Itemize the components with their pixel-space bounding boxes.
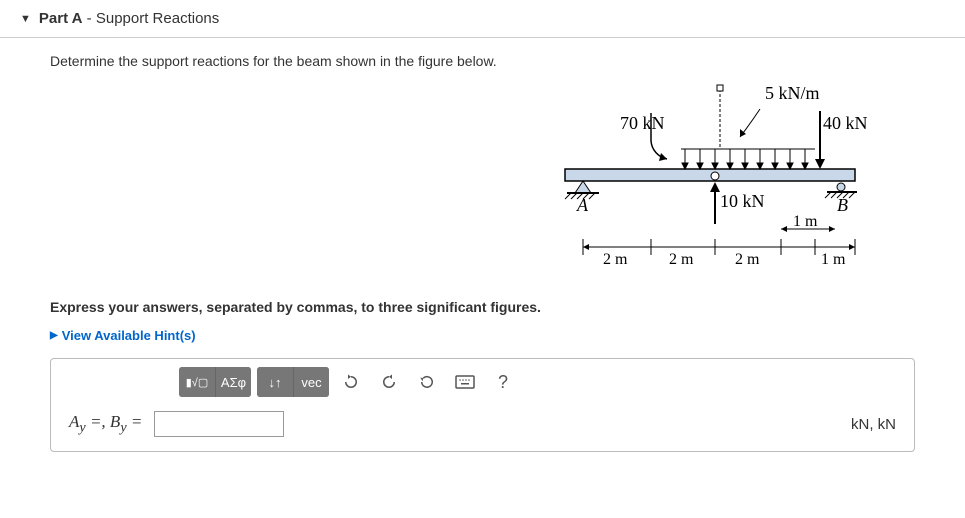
prompt-text: Determine the support reactions for the … (50, 53, 915, 69)
svg-text:70 kN: 70 kN (620, 113, 665, 133)
answer-row: Ay =, By = kN, kN (59, 407, 906, 443)
part-label: Part A - Support Reactions (39, 10, 219, 27)
view-hints-link[interactable]: ▶ View Available Hint(s) (50, 328, 196, 343)
vec-button[interactable]: vec (293, 367, 329, 397)
subsup-button[interactable]: ↓↑ (257, 367, 293, 397)
svg-text:2 m: 2 m (735, 251, 760, 268)
greek-button[interactable]: ΑΣφ (215, 367, 251, 397)
svg-text:2 m: 2 m (603, 251, 628, 268)
svg-text:40 kN: 40 kN (823, 113, 868, 133)
beam-figure: 70 kN (545, 79, 885, 279)
keyboard-button[interactable] (449, 367, 481, 397)
section-header: ▼ Part A - Support Reactions (0, 0, 965, 37)
answer-input[interactable] (154, 411, 284, 437)
hints-label: View Available Hint(s) (62, 328, 196, 343)
undo-button[interactable] (335, 367, 367, 397)
equation-toolbar: ▮√▢ ΑΣφ ↓↑ vec ? (179, 367, 906, 397)
svg-text:5 kN/m: 5 kN/m (765, 83, 820, 103)
svg-text:1 m: 1 m (821, 251, 846, 268)
redo-button[interactable] (373, 367, 405, 397)
reset-button[interactable] (411, 367, 443, 397)
help-button[interactable]: ? (487, 367, 519, 397)
answer-box: ▮√▢ ΑΣφ ↓↑ vec ? Ay =, By = (50, 358, 915, 452)
triangle-right-icon: ▶ (50, 330, 58, 341)
svg-text:2 m: 2 m (669, 251, 694, 268)
collapse-icon[interactable]: ▼ (20, 13, 31, 25)
variable-label: Ay =, By = (69, 412, 142, 436)
svg-text:10 kN: 10 kN (720, 191, 765, 211)
redo-icon (380, 373, 398, 391)
svg-text:B: B (837, 195, 848, 215)
reset-icon (418, 373, 436, 391)
svg-text:1 m: 1 m (793, 213, 818, 230)
undo-icon (342, 373, 360, 391)
express-instruction: Express your answers, separated by comma… (50, 299, 915, 315)
units-label: kN, kN (851, 416, 896, 433)
svg-text:A: A (576, 195, 589, 215)
templates-button[interactable]: ▮√▢ (179, 367, 215, 397)
keyboard-icon (455, 375, 475, 389)
